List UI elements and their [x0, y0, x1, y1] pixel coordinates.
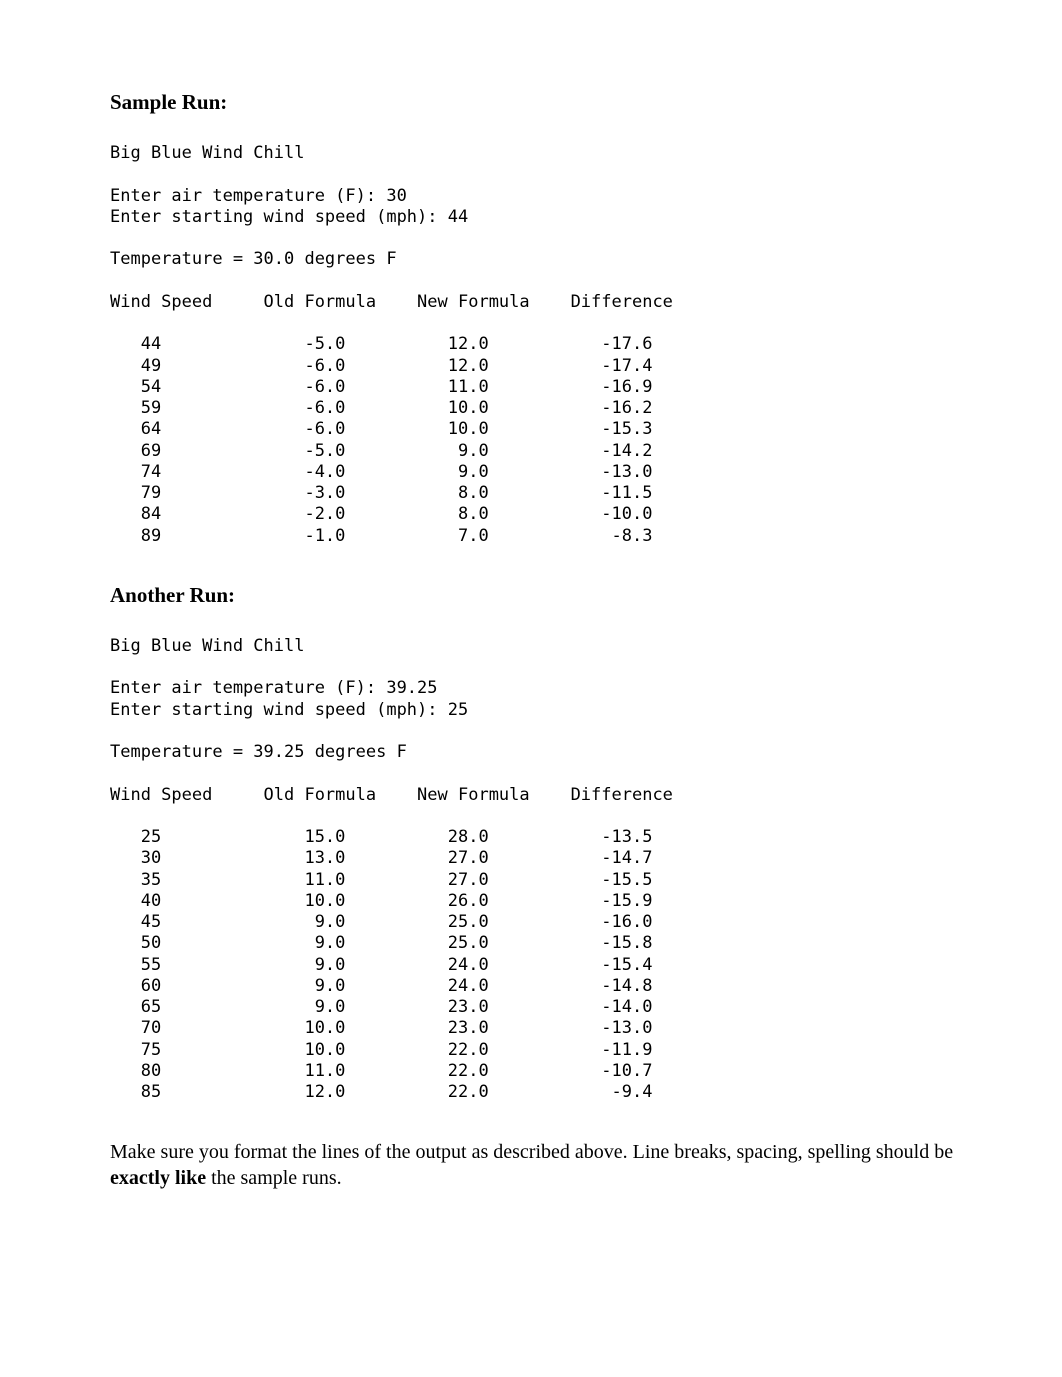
- heading-another-run: Another Run:: [110, 583, 962, 608]
- another-run-output: Big Blue Wind Chill Enter air temperatur…: [110, 636, 962, 1104]
- footer-text-post: the sample runs.: [206, 1167, 342, 1189]
- footer-instructions: Make sure you format the lines of the ou…: [110, 1139, 962, 1191]
- footer-text-bold: exactly like: [110, 1167, 206, 1189]
- sample-run-output: Big Blue Wind Chill Enter air temperatur…: [110, 143, 962, 547]
- footer-text-pre: Make sure you format the lines of the ou…: [110, 1141, 953, 1163]
- heading-sample-run: Sample Run:: [110, 90, 962, 115]
